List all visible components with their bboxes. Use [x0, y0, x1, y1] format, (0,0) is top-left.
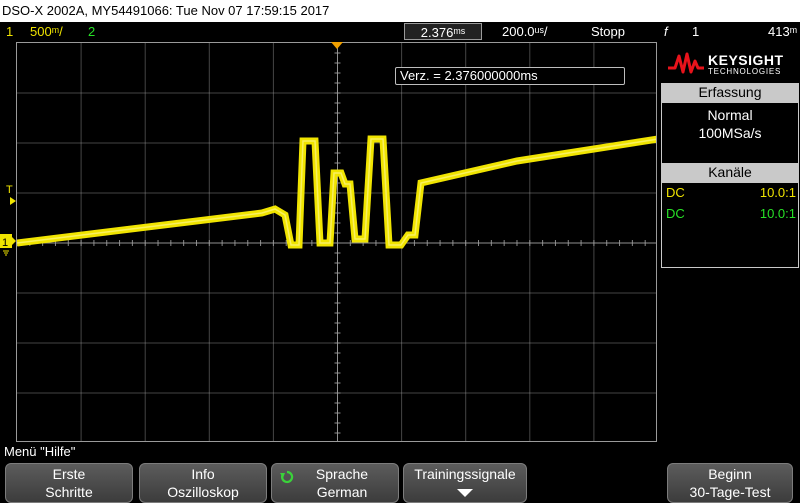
run-state: Stopp: [591, 24, 625, 39]
sample-rate: 100MSa/s: [698, 125, 762, 141]
softkey-label: 30-Tage-Test: [689, 484, 771, 500]
softkey-label: Erste: [52, 466, 86, 482]
ch1-number[interactable]: 1: [6, 24, 13, 40]
channels-body: DC 10.0:1 DC 10.0:1: [661, 182, 799, 268]
trigger-level-marker[interactable]: T: [0, 180, 16, 210]
ch1-probe-ratio: 10.0:1: [759, 185, 796, 200]
softkey-label: Trainingssignale: [414, 466, 516, 482]
trigger-slope-icon: f: [664, 24, 668, 39]
delay-readout: Verz. = 2.376000000ms: [395, 67, 625, 85]
softkey-label: Beginn: [708, 466, 752, 482]
softkey-language[interactable]: Sprache German: [271, 463, 399, 503]
acquisition-header[interactable]: Erfassung: [661, 83, 799, 102]
channels-header[interactable]: Kanäle: [661, 163, 799, 182]
timebase-readout[interactable]: 200.0ᵘˢ/: [502, 24, 548, 40]
softkey-label: Schritte: [45, 484, 93, 500]
trigger-level: 413ᵐ: [768, 24, 798, 39]
softkey-scope-info[interactable]: Info Oszilloskop: [139, 463, 267, 503]
ch2-number[interactable]: 2: [88, 24, 95, 40]
softkey-label: German: [316, 484, 368, 500]
ch1-scale[interactable]: 500ᵐ/: [30, 24, 63, 40]
ch1-ground-label: 1: [2, 237, 8, 249]
keysight-wave-icon: [668, 52, 704, 74]
logo-sub: TECHNOLOGIES: [708, 67, 782, 76]
trigger-position-marker[interactable]: [331, 42, 343, 50]
ch1-ground-marker[interactable]: 1: [0, 232, 16, 258]
waveform-display[interactable]: [16, 42, 657, 442]
logo-brand: KEYSIGHT: [708, 52, 784, 68]
menu-label: Menü "Hilfe": [4, 444, 76, 459]
softkey-label: Oszilloskop: [167, 484, 239, 500]
window-title: DSO-X 2002A, MY54491066: Tue Nov 07 17:5…: [0, 0, 800, 22]
keysight-logo: KEYSIGHT TECHNOLOGIES: [660, 44, 800, 84]
softkey-label: Info: [191, 466, 215, 482]
time-reference-readout[interactable]: 2.376ᵐˢ: [404, 23, 482, 40]
trigger-channel: 1: [692, 24, 700, 39]
softkey-first-steps[interactable]: Erste Schritte: [5, 463, 133, 503]
acquisition-mode: Normal: [707, 107, 753, 123]
chevron-down-icon: [457, 489, 473, 497]
status-bar: 1 500ᵐ/ 2 2.376ᵐˢ 200.0ᵘˢ/ Stopp f 1 413…: [0, 22, 800, 42]
ch1-coupling: DC: [666, 185, 685, 200]
ch1-trace: [17, 135, 656, 249]
ch2-probe-ratio: 10.0:1: [759, 206, 796, 221]
right-info-panel: KEYSIGHT TECHNOLOGIES Erfassung Normal 1…: [660, 44, 800, 268]
softkey-start-trial[interactable]: Beginn 30-Tage-Test: [667, 463, 793, 503]
ch1-waveform: [17, 135, 656, 249]
softkey-training-signals[interactable]: Trainingssignale: [403, 463, 527, 503]
rotary-knob-icon: [280, 470, 294, 484]
ch2-coupling: DC: [666, 206, 685, 221]
trigger-marker-label: T: [6, 184, 13, 196]
acquisition-body: Normal 100MSa/s: [661, 102, 799, 164]
